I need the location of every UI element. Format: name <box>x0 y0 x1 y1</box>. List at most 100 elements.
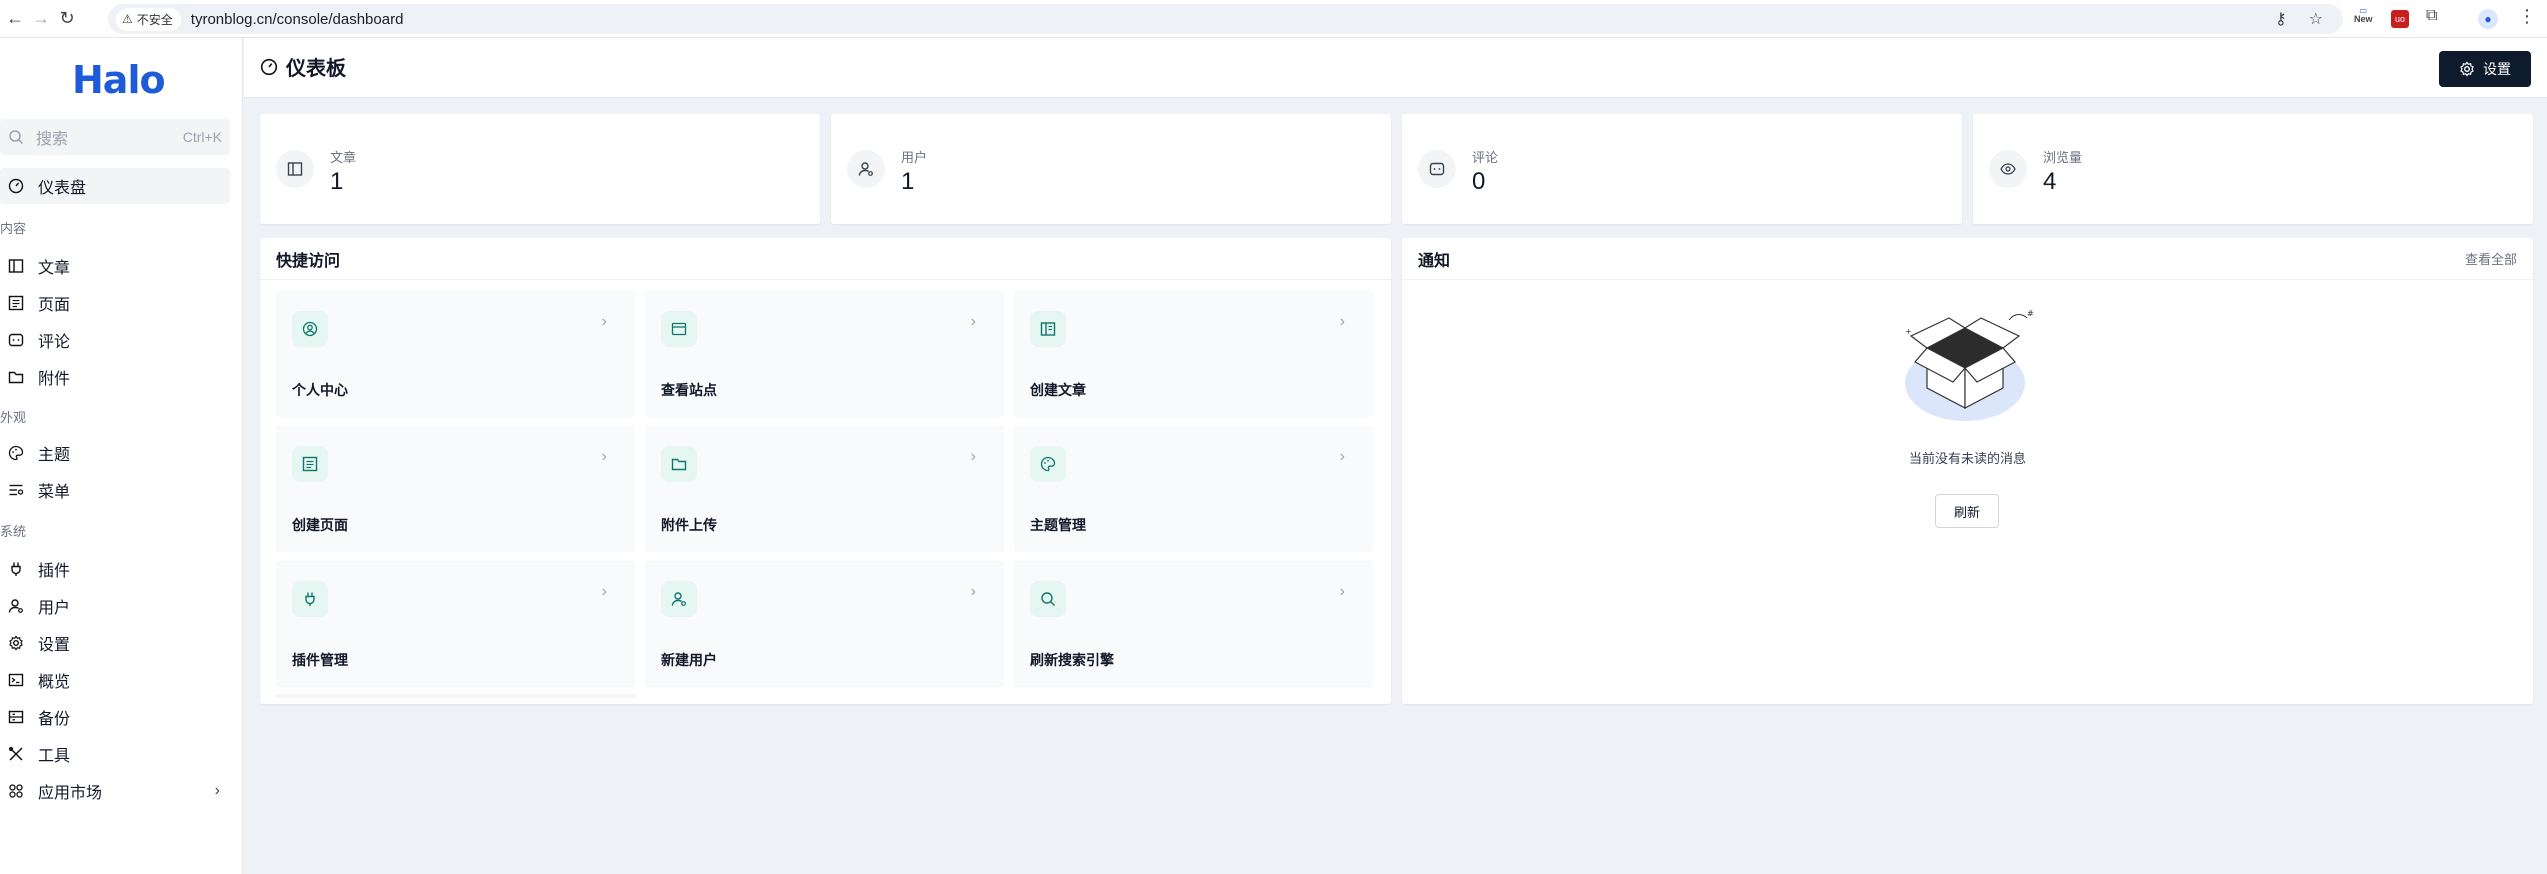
chevron-right-icon: › <box>601 448 607 465</box>
quick-tile-new-user[interactable]: › 新建用户 <box>645 561 1004 687</box>
quick-access-panel: 快捷访问 › 个人中心 › 查看站点 › 创建文章 › 创建页面 › 附件上传 … <box>260 238 1391 704</box>
post-icon <box>1030 311 1066 347</box>
user-icon <box>8 598 24 614</box>
extension-new-icon[interactable]: ▭ New <box>2354 6 2373 24</box>
group-label-content: 内容 <box>0 221 27 236</box>
backup-archive-icon <box>8 709 24 725</box>
search-input[interactable]: 搜索 Ctrl+K <box>0 119 230 155</box>
tile-label: 主题管理 <box>1030 517 1086 533</box>
group-label-appearance: 外观 <box>0 410 27 425</box>
tile-label: 附件上传 <box>661 517 717 533</box>
search-icon <box>1030 581 1066 617</box>
chevron-right-icon: › <box>601 583 607 600</box>
page-title-text: 仪表板 <box>286 58 346 80</box>
palette-icon <box>1030 446 1066 482</box>
chevron-right-icon: › <box>970 583 976 600</box>
plug-icon <box>292 581 328 617</box>
notifications-title: 通知 <box>1418 252 1451 270</box>
sidebar-item-label: 概览 <box>38 674 71 691</box>
tile-label: 创建页面 <box>292 517 348 533</box>
quick-tile-create-post[interactable]: › 创建文章 <box>1014 291 1373 417</box>
tools-icon <box>8 746 24 762</box>
chevron-right-icon: › <box>970 448 976 465</box>
quick-tile-theme-management[interactable]: › 主题管理 <box>1014 426 1373 552</box>
folder-icon <box>661 446 697 482</box>
group-label-system: 系统 <box>0 524 27 539</box>
sidebar-item-label: 备份 <box>38 711 71 728</box>
page-icon <box>8 295 24 311</box>
quick-tile-upload-attachment[interactable]: › 附件上传 <box>645 426 1004 552</box>
browser-toolbar: ← → ↻ ⚠ 不安全 tyronblog.cn/console/dashboa… <box>0 0 2547 38</box>
tile-label: 创建文章 <box>1030 382 1086 398</box>
stat-value: 4 <box>2043 168 2057 195</box>
svg-text:#: # <box>2027 309 2034 318</box>
sidebar-item-label: 工具 <box>38 748 71 765</box>
comment-icon <box>1418 150 1456 188</box>
sidebar-item-overview[interactable]: 概览 <box>0 662 230 698</box>
empty-state-text: 当前没有未读的消息 <box>1908 451 2026 466</box>
sidebar-item-comments[interactable]: 评论 <box>0 322 230 358</box>
sidebar-item-label: 应用市场 <box>38 785 103 802</box>
apps-grid-icon <box>8 783 24 799</box>
sidebar-item-backup[interactable]: 备份 <box>0 699 230 735</box>
empty-box-illustration: # + <box>1905 309 2034 421</box>
sidebar-item-tools[interactable]: 工具 <box>0 736 230 772</box>
quick-tile-refresh-search-engine[interactable]: › 刷新搜索引擎 <box>1014 561 1373 687</box>
comment-icon <box>8 332 24 348</box>
quick-tile-plugin-management[interactable]: › 插件管理 <box>276 561 635 687</box>
address-bar[interactable]: ⚠ 不安全 tyronblog.cn/console/dashboard ⚷ ☆ <box>108 4 2343 34</box>
sidebar-item-plugins[interactable]: 插件 <box>0 551 230 587</box>
back-icon[interactable]: ← <box>2 6 28 32</box>
forward-icon[interactable]: → <box>28 6 54 32</box>
ublock-shield-icon[interactable]: uo <box>2391 10 2409 28</box>
stat-card-users: 用户 1 <box>831 114 1391 224</box>
sidebar-item-themes[interactable]: 主题 <box>0 435 230 471</box>
panel-header: 通知 查看全部 <box>1402 238 2533 280</box>
reload-icon[interactable]: ↻ <box>54 6 80 32</box>
sidebar-item-label: 用户 <box>38 600 71 617</box>
refresh-button[interactable]: 刷新 <box>1935 494 1999 528</box>
sidebar-item-dashboard[interactable]: 仪表盘 <box>0 168 230 204</box>
chevron-right-icon: › <box>1339 313 1345 330</box>
sidebar-item-users[interactable]: 用户 <box>0 588 230 624</box>
stat-value: 1 <box>901 168 915 195</box>
folder-icon <box>8 369 24 385</box>
warning-icon: ⚠ <box>122 12 133 26</box>
key-icon[interactable]: ⚷ <box>2275 9 2287 29</box>
gear-icon <box>2460 61 2474 77</box>
stat-label: 浏览量 <box>2043 150 2083 165</box>
sidebar-item-marketplace[interactable]: 应用市场 › <box>0 773 230 809</box>
quick-tile-view-site[interactable]: › 查看站点 <box>645 291 1004 417</box>
url-text[interactable]: tyronblog.cn/console/dashboard <box>191 11 404 28</box>
halo-logo[interactable]: Halo <box>72 58 166 102</box>
sidebar-item-menus[interactable]: 菜单 <box>0 472 230 508</box>
puzzle-extensions-icon[interactable]: ⧉ <box>2426 7 2437 25</box>
tile-label: 新建用户 <box>661 652 717 668</box>
settings-button[interactable]: 设置 <box>2439 51 2531 87</box>
stat-card-views: 浏览量 4 <box>1973 114 2533 224</box>
sidebar-item-label: 评论 <box>38 334 71 351</box>
sidebar-item-pages[interactable]: 页面 <box>0 285 230 321</box>
view-all-link[interactable]: 查看全部 <box>2465 249 2517 268</box>
profile-avatar-icon[interactable]: ● <box>2478 9 2498 29</box>
settings-button-label: 设置 <box>2483 61 2511 77</box>
sidebar: Halo 搜索 Ctrl+K 仪表盘 内容 文章 页面 评论 附件 外观 主题 … <box>0 38 243 874</box>
browser-menu-icon[interactable]: ⋮ <box>2518 6 2536 27</box>
sidebar-item-attachments[interactable]: 附件 <box>0 359 230 395</box>
quick-tile-create-page[interactable]: › 创建页面 <box>276 426 635 552</box>
bookmark-star-icon[interactable]: ☆ <box>2309 9 2323 29</box>
scroll-peek-tile <box>276 694 635 698</box>
sidebar-item-label: 仪表盘 <box>38 180 87 197</box>
sidebar-item-label: 文章 <box>38 260 71 277</box>
tile-label: 个人中心 <box>292 382 348 398</box>
post-icon <box>276 150 314 188</box>
search-icon <box>9 130 24 145</box>
security-indicator[interactable]: ⚠ 不安全 <box>116 7 181 31</box>
quick-tile-profile[interactable]: › 个人中心 <box>276 291 635 417</box>
sidebar-item-settings[interactable]: 设置 <box>0 625 230 661</box>
search-shortcut: Ctrl+K <box>182 129 222 145</box>
sidebar-item-label: 页面 <box>38 297 71 314</box>
sidebar-item-posts[interactable]: 文章 <box>0 248 230 284</box>
tile-label: 刷新搜索引擎 <box>1030 652 1114 668</box>
chevron-right-icon: › <box>601 313 607 330</box>
